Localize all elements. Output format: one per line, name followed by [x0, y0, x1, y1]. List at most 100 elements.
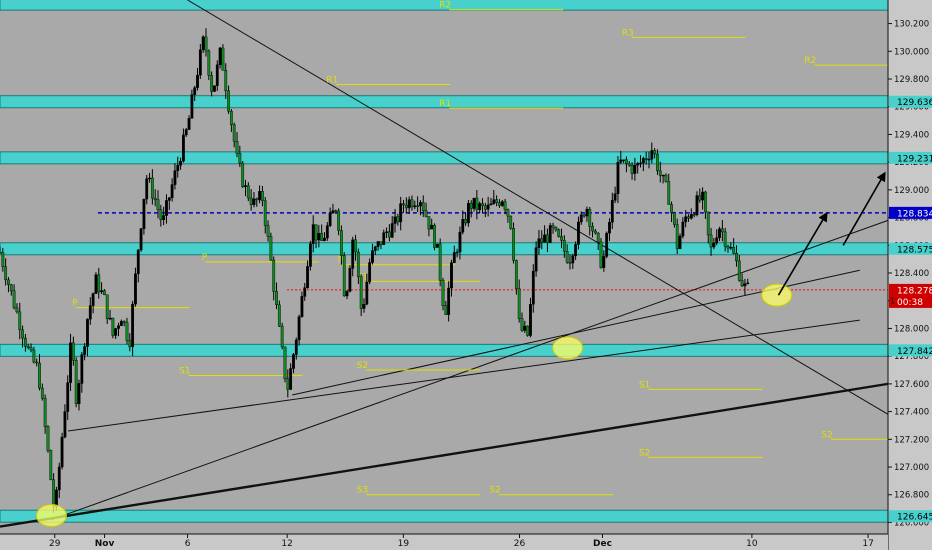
candle-body: [57, 466, 61, 491]
candle-body: [644, 158, 648, 160]
highlight-circle: [761, 283, 793, 307]
candle-body: [692, 214, 696, 216]
candle-body: [472, 197, 476, 209]
candle-body: [554, 227, 558, 230]
candle-body: [720, 228, 724, 233]
candle-body: [630, 165, 634, 174]
candle-body: [139, 228, 143, 251]
candle-body: [182, 134, 185, 162]
candle-body: [269, 236, 273, 261]
candle-body: [323, 237, 326, 241]
candle-body: [746, 282, 750, 285]
candle-body: [334, 210, 338, 212]
candle-body: [35, 361, 39, 364]
candle-body: [97, 274, 101, 293]
candle-body: [297, 316, 301, 341]
candle-body: [289, 368, 293, 390]
highlight-circle: [35, 504, 67, 528]
candle-body: [740, 280, 744, 287]
candle-body: [43, 398, 47, 427]
candle-body: [325, 225, 329, 239]
candle-body: [342, 255, 346, 297]
candle-body: [441, 280, 445, 306]
candle-body: [450, 262, 453, 289]
y-tick-label: 129.000: [894, 186, 929, 196]
pivot-label: R3: [622, 28, 634, 38]
candle-body: [735, 253, 738, 262]
candle-body: [244, 185, 247, 187]
candle-body: [387, 231, 391, 238]
candle-body: [201, 36, 205, 50]
price-chart[interactable]: R2R3R2R1R1PPPS1S1S2S1S2S2S3S2 130.200130…: [0, 0, 932, 550]
candle-body: [723, 231, 727, 247]
candle-body: [15, 307, 19, 313]
candle-body: [672, 212, 676, 225]
candle-body: [373, 246, 377, 251]
candle-body: [670, 204, 673, 214]
candle-body: [627, 163, 631, 166]
candle-body: [162, 215, 166, 221]
candle-body: [667, 181, 671, 205]
pivot-label: S2: [489, 486, 500, 496]
candle-body: [481, 203, 484, 206]
candle-body: [371, 250, 374, 263]
candle-body: [447, 287, 451, 315]
candle-body: [664, 174, 668, 182]
candle-body: [588, 208, 592, 227]
candle-body: [478, 203, 482, 210]
x-tick-label: 19: [398, 539, 410, 549]
candle-body: [438, 243, 442, 281]
candle-body: [625, 159, 628, 165]
candle-body: [444, 305, 448, 315]
candle-body: [303, 287, 307, 297]
pivot-label: S3: [357, 486, 368, 496]
candle-body: [704, 191, 707, 213]
candle-body: [80, 354, 84, 384]
candle-body: [647, 158, 651, 161]
candle-body: [38, 362, 41, 389]
candle-body: [7, 279, 10, 285]
candle-body: [241, 162, 245, 187]
candle-body: [0, 252, 2, 254]
candle-body: [167, 197, 171, 201]
candle-body: [684, 216, 688, 223]
candle-body: [461, 219, 465, 233]
zone-flag-label: 127.842: [897, 347, 932, 357]
candle-body: [173, 170, 177, 185]
candle-body: [1, 252, 5, 267]
candle-body: [591, 226, 594, 232]
candle-body: [331, 210, 335, 214]
candle-body: [29, 347, 33, 351]
candle-body: [134, 273, 137, 305]
candle-body: [308, 243, 312, 267]
candle-body: [111, 317, 115, 336]
candle-body: [514, 260, 518, 289]
candle-body: [263, 200, 267, 226]
candle-body: [311, 224, 315, 245]
candle-body: [40, 387, 44, 399]
zone-flag-label: 129.636: [897, 98, 932, 108]
candle-body: [275, 291, 278, 306]
x-tick-label: 12: [281, 539, 292, 549]
candle-body: [156, 199, 160, 210]
candle-body: [641, 158, 645, 164]
candle-body: [46, 426, 50, 451]
candle-body: [622, 159, 625, 161]
candle-body: [458, 231, 462, 253]
candle-body: [546, 234, 549, 243]
candle-body: [385, 231, 388, 233]
x-tick-label: 6: [185, 539, 191, 549]
candle-body: [455, 251, 459, 254]
candle-body: [63, 411, 67, 438]
candle-body: [619, 159, 623, 163]
candle-body: [517, 288, 521, 319]
candle-body: [55, 489, 58, 507]
candle-body: [435, 243, 439, 248]
candle-body: [148, 177, 151, 180]
candle-body: [103, 290, 106, 296]
candle-body: [150, 177, 154, 199]
candle-body: [503, 201, 507, 210]
candle-body: [348, 268, 352, 292]
candle-body: [94, 274, 98, 294]
candle-body: [136, 249, 140, 275]
